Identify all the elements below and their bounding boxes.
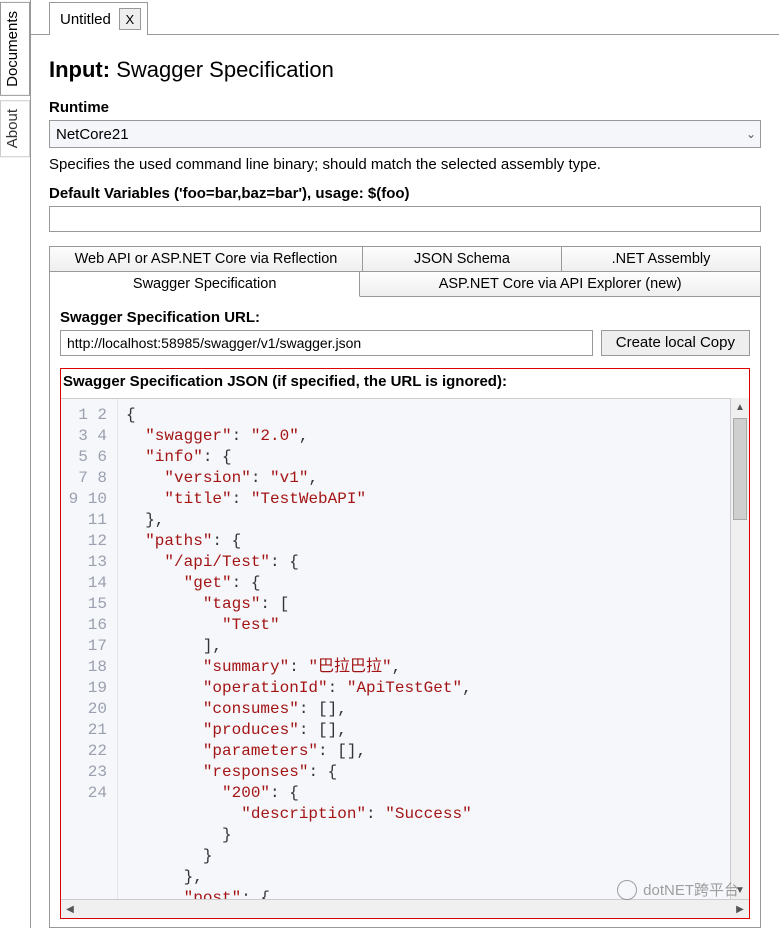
swagger-json-label: Swagger Specification JSON (if specified… — [61, 369, 749, 398]
swagger-json-editor[interactable]: 1 2 3 4 5 6 7 8 9 10 11 12 13 14 15 16 1… — [61, 398, 730, 899]
inner-tabcontrol: Web API or ASP.NET Core via Reflection J… — [49, 246, 761, 297]
tab-net-assembly[interactable]: .NET Assembly — [562, 247, 760, 272]
close-tab-button[interactable]: X — [119, 8, 141, 30]
swagger-url-label: Swagger Specification URL: — [60, 309, 750, 326]
runtime-select[interactable]: NetCore21 ⌄ — [49, 120, 761, 148]
default-vars-label: Default Variables ('foo=bar,baz=bar'), u… — [49, 185, 761, 202]
scroll-thumb[interactable] — [733, 418, 747, 520]
scroll-right-icon[interactable]: ▶ — [731, 900, 749, 918]
runtime-hint: Specifies the used command line binary; … — [49, 156, 761, 173]
runtime-label: Runtime — [49, 99, 761, 116]
left-tab-documents[interactable]: Documents — [0, 2, 30, 96]
editor-code[interactable]: { "swagger": "2.0", "info": { "version":… — [118, 399, 472, 899]
document-tabbar: Untitled X — [31, 0, 779, 35]
tab-aspnet-api-explorer[interactable]: ASP.NET Core via API Explorer (new) — [360, 272, 760, 297]
runtime-select-value: NetCore21 — [56, 126, 129, 143]
swagger-url-input[interactable] — [60, 330, 593, 356]
default-vars-input[interactable] — [49, 206, 761, 232]
scroll-left-icon[interactable]: ◀ — [61, 900, 79, 918]
scroll-down-icon[interactable]: ▼ — [731, 881, 749, 899]
create-local-copy-button[interactable]: Create local Copy — [601, 330, 750, 356]
document-tab-title: Untitled — [60, 11, 111, 28]
tab-web-api-reflection[interactable]: Web API or ASP.NET Core via Reflection — [50, 247, 363, 272]
tab-json-schema[interactable]: JSON Schema — [363, 247, 562, 272]
horizontal-scrollbar[interactable]: ◀ ▶ — [61, 899, 749, 918]
scroll-up-icon[interactable]: ▲ — [731, 398, 749, 416]
left-tab-about[interactable]: About — [0, 100, 30, 157]
page-title-value: Swagger Specification — [116, 57, 334, 82]
page-title: Input: Swagger Specification — [49, 57, 761, 83]
document-tab-untitled[interactable]: Untitled X — [49, 2, 148, 35]
page-title-label: Input: — [49, 57, 110, 82]
editor-gutter: 1 2 3 4 5 6 7 8 9 10 11 12 13 14 15 16 1… — [61, 399, 118, 899]
vertical-scrollbar[interactable]: ▲ ▼ — [730, 398, 749, 899]
tab-swagger-specification[interactable]: Swagger Specification — [50, 272, 360, 297]
chevron-down-icon: ⌄ — [746, 127, 756, 141]
